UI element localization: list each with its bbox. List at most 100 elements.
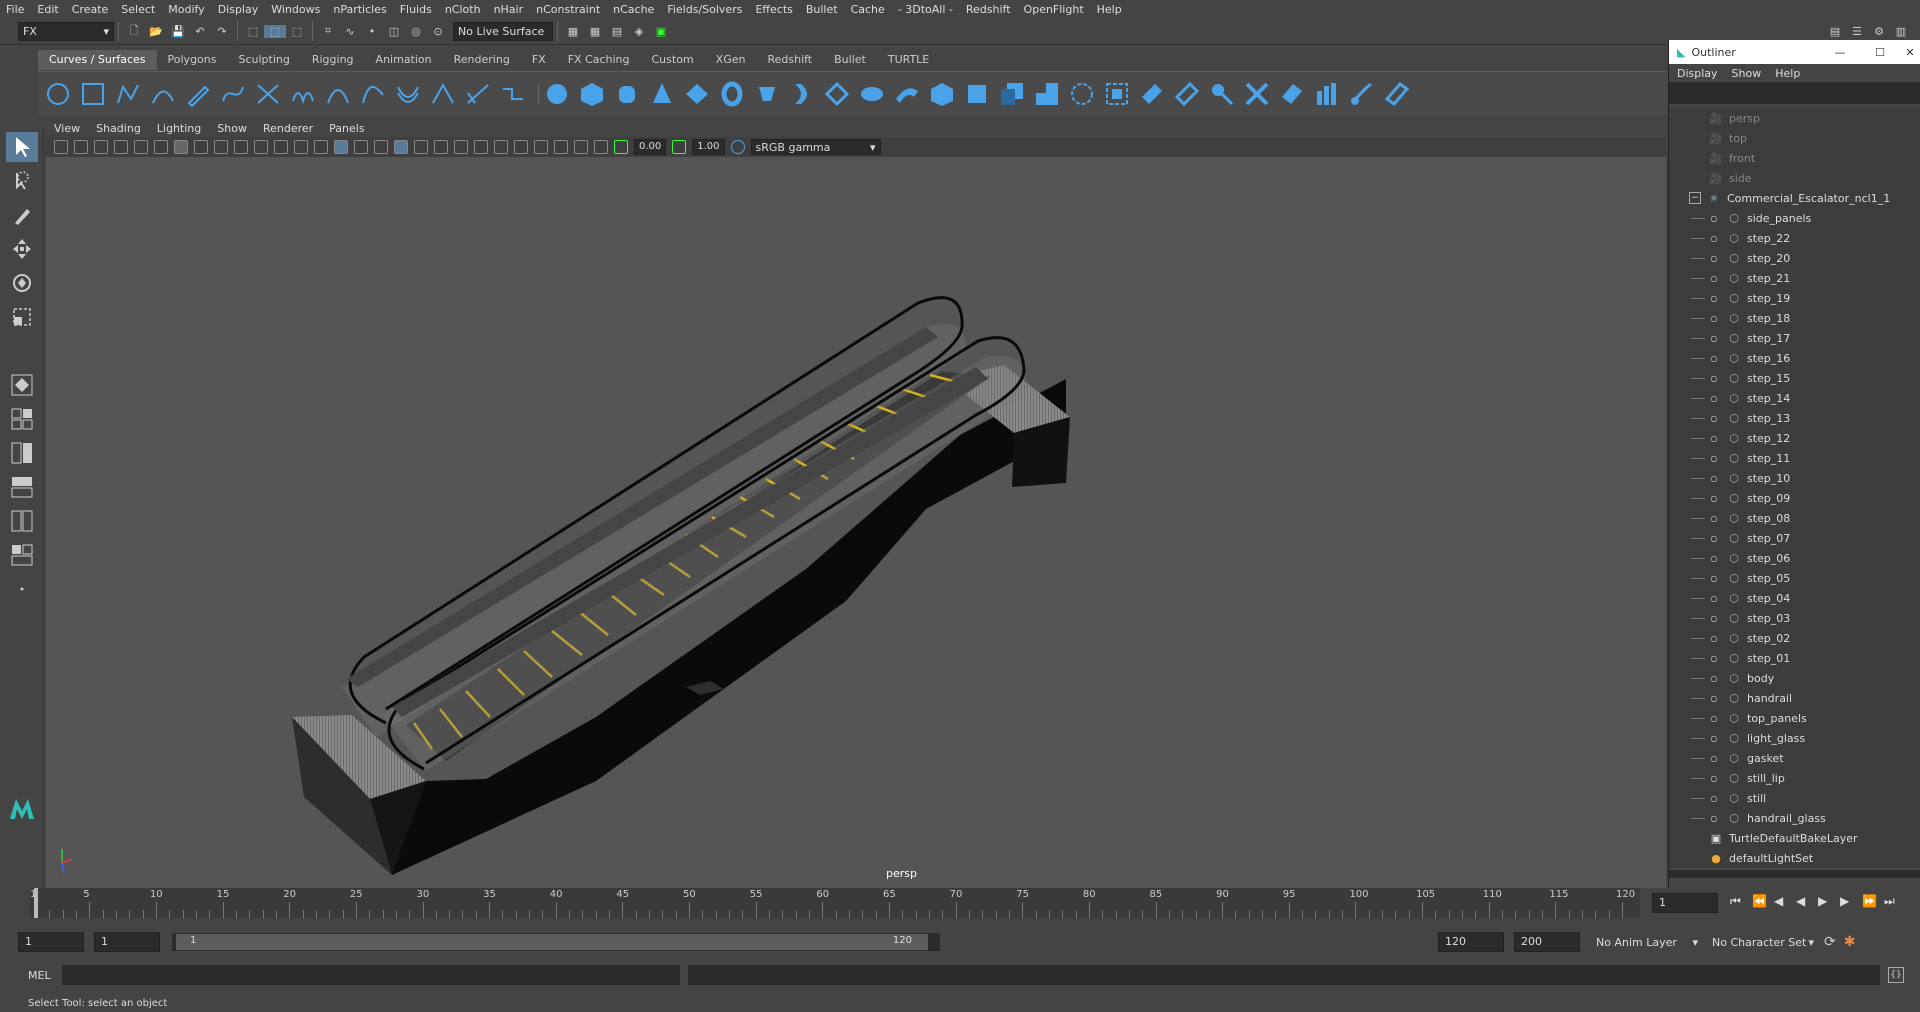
outliner-search-input[interactable]: [1669, 82, 1920, 104]
shadows-icon[interactable]: [434, 140, 448, 154]
shelf-tab-polygons[interactable]: Polygons: [157, 50, 228, 70]
menu-fields-solvers[interactable]: Fields/Solvers: [667, 3, 742, 16]
expand-dot-icon[interactable]: ○: [1707, 412, 1721, 424]
untrim-icon[interactable]: [1173, 80, 1201, 108]
shelf-tab-redshift[interactable]: Redshift: [756, 50, 823, 70]
tree-item-mesh[interactable]: ○ ⬡ step_19: [1669, 288, 1920, 308]
tree-item-mesh[interactable]: ○ ⬡ step_18: [1669, 308, 1920, 328]
menu-windows[interactable]: Windows: [271, 3, 320, 16]
panel-menu-shading[interactable]: Shading: [96, 122, 141, 135]
expand-dot-icon[interactable]: ○: [1707, 612, 1721, 624]
tree-item-mesh[interactable]: ○ ⬡ step_04: [1669, 588, 1920, 608]
menu-bullet[interactable]: Bullet: [806, 3, 838, 16]
nurbs-sphere-icon[interactable]: [543, 80, 571, 108]
tree-item-mesh[interactable]: ○ ⬡ step_15: [1669, 368, 1920, 388]
tree-item-camera[interactable]: 🎥 persp: [1669, 108, 1920, 128]
current-frame-field[interactable]: 1: [1652, 893, 1718, 913]
tree-item-light-set[interactable]: ● defaultLightSet: [1669, 848, 1920, 868]
xray-joints-icon[interactable]: [574, 140, 588, 154]
expand-dot-icon[interactable]: ○: [1707, 752, 1721, 764]
exposure-icon[interactable]: [614, 140, 628, 154]
shelf-tab-bullet[interactable]: Bullet: [823, 50, 877, 70]
offset-curve-icon[interactable]: [394, 80, 422, 108]
rotate-tool-icon[interactable]: [6, 268, 38, 298]
tree-item-mesh[interactable]: ○ ⬡ step_21: [1669, 268, 1920, 288]
tree-item-mesh[interactable]: ○ ⬡ step_02: [1669, 628, 1920, 648]
anim-layer-dropdown[interactable]: No Anim Layer ▾: [1592, 932, 1702, 952]
tree-item-mesh[interactable]: ○ ⬡ step_01: [1669, 648, 1920, 668]
expand-dot-icon[interactable]: ○: [1707, 432, 1721, 444]
pencil-curve-icon[interactable]: [184, 80, 212, 108]
expand-dot-icon[interactable]: ○: [1707, 272, 1721, 284]
nurbs-cone-icon[interactable]: [648, 80, 676, 108]
go-to-end-icon[interactable]: ⏭: [1884, 894, 1906, 909]
shelf-tab-xgen[interactable]: XGen: [705, 50, 757, 70]
expand-dot-icon[interactable]: ○: [1707, 492, 1721, 504]
scale-tool-icon[interactable]: [6, 302, 38, 332]
wireframe-on-shaded-icon[interactable]: [374, 140, 388, 154]
panel-menu-lighting[interactable]: Lighting: [157, 122, 201, 135]
expand-dot-icon[interactable]: ○: [1707, 732, 1721, 744]
gamma-icon[interactable]: [672, 140, 687, 154]
snap-grid-icon[interactable]: ⌗: [317, 24, 339, 38]
layout-persp-outliner-icon[interactable]: [6, 540, 38, 570]
close-icon[interactable]: ✕: [1900, 46, 1920, 59]
tool-settings-icon[interactable]: ⚙: [1868, 25, 1890, 38]
bevel-plus-icon[interactable]: [928, 80, 956, 108]
menu-ncloth[interactable]: nCloth: [445, 3, 481, 16]
command-input[interactable]: [62, 965, 680, 985]
tree-item-mesh[interactable]: ○ ⬡ step_11: [1669, 448, 1920, 468]
live-surface-field[interactable]: No Live Surface: [453, 21, 553, 41]
expand-dot-icon[interactable]: ○: [1707, 592, 1721, 604]
tree-item-mesh[interactable]: ○ ⬡ still_lip: [1669, 768, 1920, 788]
expand-dot-icon[interactable]: ○: [1707, 312, 1721, 324]
expand-dot-icon[interactable]: ○: [1707, 212, 1721, 224]
menu-fluids[interactable]: Fluids: [400, 3, 432, 16]
current-frame-marker[interactable]: [34, 888, 38, 918]
menu-nhair[interactable]: nHair: [494, 3, 524, 16]
menu-openflight[interactable]: OpenFlight: [1024, 3, 1084, 16]
outliner-menu-help[interactable]: Help: [1775, 67, 1800, 80]
gate-mask-icon[interactable]: [234, 140, 248, 154]
paint-select-icon[interactable]: [6, 200, 38, 230]
grease-pencil-icon[interactable]: [154, 140, 168, 154]
resolution-gate-icon[interactable]: [214, 140, 228, 154]
shelf-tab-turtle[interactable]: TURTLE: [877, 50, 940, 70]
expand-dot-icon[interactable]: ○: [1707, 692, 1721, 704]
image-plane-icon[interactable]: [114, 140, 128, 154]
expand-dot-icon[interactable]: ○: [1707, 472, 1721, 484]
select-object-icon[interactable]: ⬚: [264, 24, 286, 38]
field-chart-icon[interactable]: [254, 140, 268, 154]
time-slider[interactable]: 1510152025303540455055606570758085909510…: [0, 888, 1920, 918]
view-transform-dropdown[interactable]: sRGB gamma ▾: [750, 139, 881, 155]
tree-item-mesh[interactable]: ○ ⬡ step_03: [1669, 608, 1920, 628]
expand-dot-icon[interactable]: ○: [1707, 552, 1721, 564]
nurbs-cube-icon[interactable]: [578, 80, 606, 108]
tree-item-mesh[interactable]: ○ ⬡ step_13: [1669, 408, 1920, 428]
lasso-tool-icon[interactable]: [6, 166, 38, 196]
extrude-icon[interactable]: [858, 80, 886, 108]
expand-dot-icon[interactable]: ○: [1707, 572, 1721, 584]
insert-knot-icon[interactable]: [324, 80, 352, 108]
tree-item-mesh[interactable]: ○ ⬡ step_22: [1669, 228, 1920, 248]
shelf-tab-animation[interactable]: Animation: [365, 50, 443, 70]
bevel-icon[interactable]: [1033, 80, 1061, 108]
curve-editing-icon[interactable]: [499, 80, 527, 108]
menu-3dtoall[interactable]: - 3DtoAll -: [898, 3, 953, 16]
extend-curve-icon[interactable]: [359, 80, 387, 108]
default-material-icon[interactable]: [354, 140, 368, 154]
surface-editing-icon[interactable]: [1383, 80, 1411, 108]
save-scene-icon[interactable]: 💾: [167, 25, 189, 38]
planar-icon[interactable]: [823, 80, 851, 108]
step-forward-frame-icon[interactable]: ▶︎: [1840, 894, 1862, 909]
snap-curve-icon[interactable]: ∿: [339, 25, 361, 38]
ep-curve-icon[interactable]: [149, 80, 177, 108]
snap-view-icon[interactable]: ◫: [383, 25, 405, 38]
viewport-persp[interactable]: persp: [46, 157, 1666, 888]
end-time-field[interactable]: 200: [1514, 932, 1580, 952]
boundary-icon[interactable]: [963, 80, 991, 108]
tree-item-mesh[interactable]: ○ ⬡ step_06: [1669, 548, 1920, 568]
grid-icon[interactable]: [174, 140, 188, 154]
rebuild-curve-icon[interactable]: [429, 80, 457, 108]
nurbs-torus-icon[interactable]: [718, 80, 746, 108]
